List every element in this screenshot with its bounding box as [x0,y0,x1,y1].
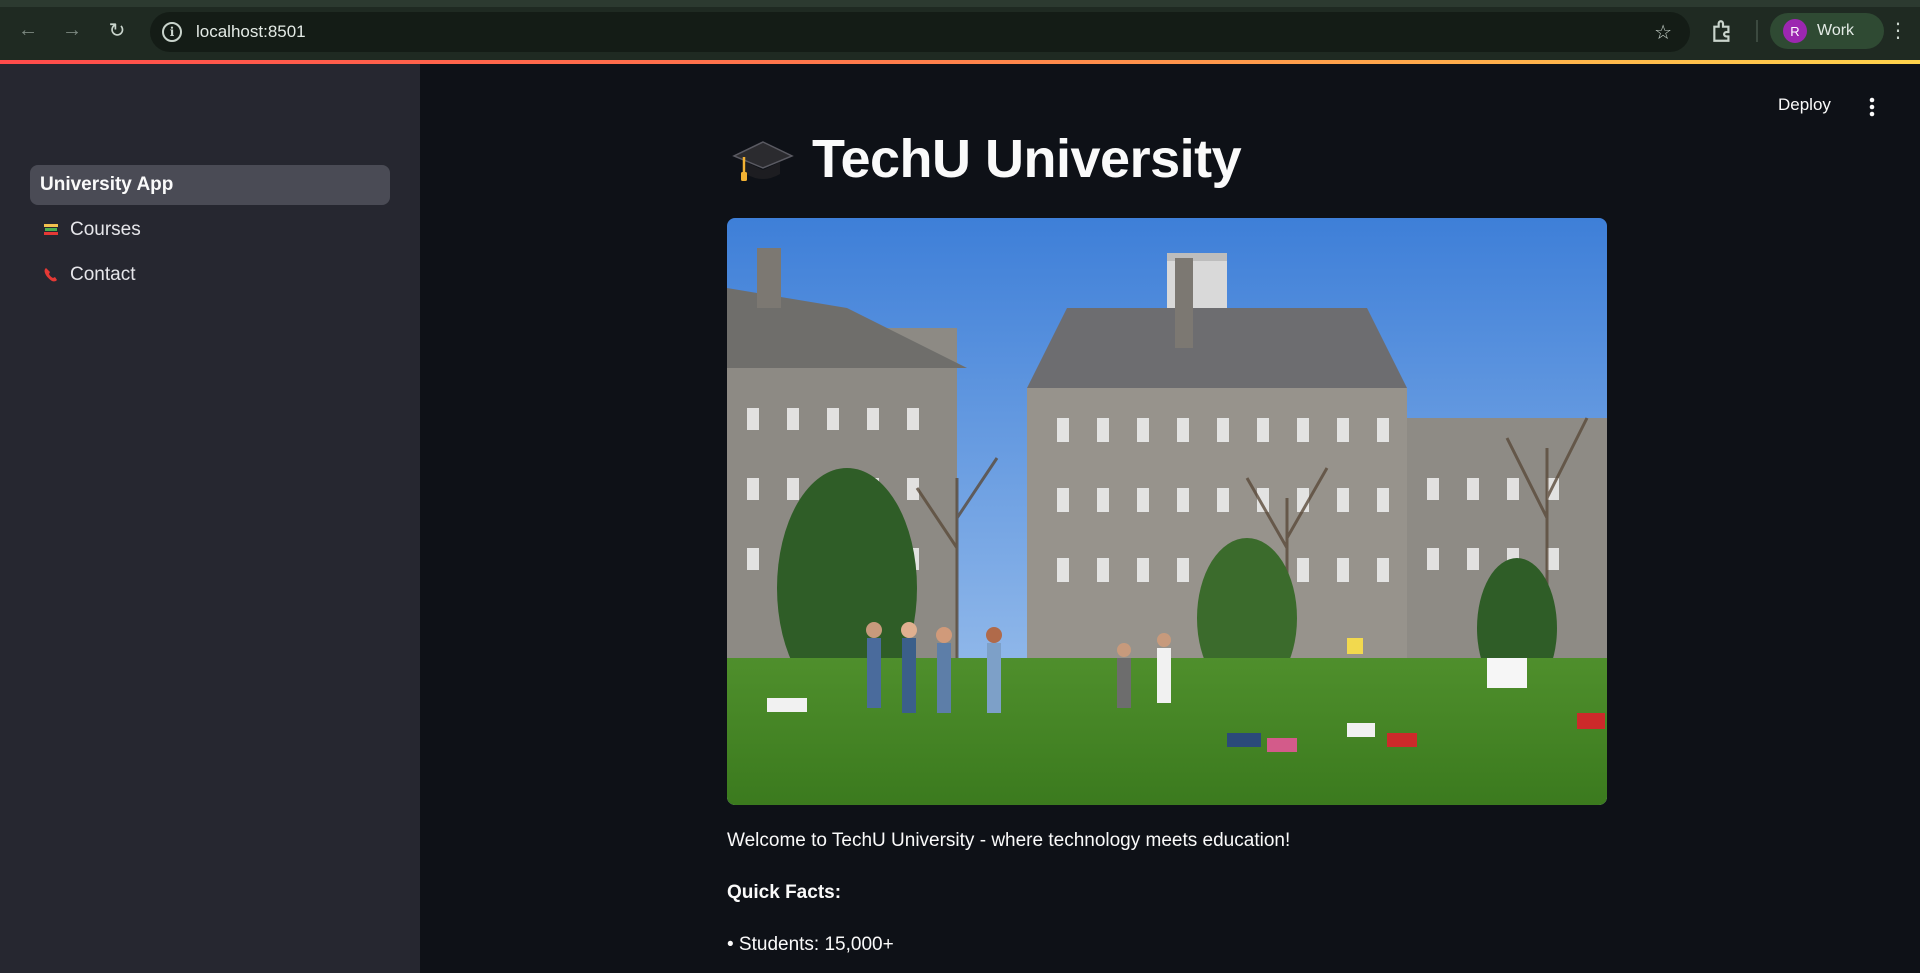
sidebar-item-label: University App [40,174,174,195]
bookmark-star-icon[interactable]: ☆ [1654,20,1672,45]
profile-label: Work [1817,22,1855,39]
toolbar-separator [1756,20,1758,42]
browser-toolbar: ← → ↻ i localhost:8501 ☆ R Work ⋮ [0,0,1920,62]
avatar: R [1783,19,1807,43]
sidebar: University App Courses Contact [0,64,420,973]
sidebar-item-label: Contact [70,264,136,285]
page-title: TechU University [732,128,1242,190]
sidebar-item-label: Courses [70,219,141,240]
main-menu-icon[interactable] [1860,93,1884,121]
sidebar-item-courses[interactable]: Courses [30,210,390,250]
site-info-icon[interactable]: i [162,22,182,42]
books-icon [44,224,58,235]
browser-menu-icon[interactable]: ⋮ [1888,18,1908,44]
back-icon[interactable]: ← [14,16,42,44]
sidebar-item-contact[interactable]: Contact [30,255,390,295]
quick-facts-heading: Quick Facts: [727,882,842,903]
profile-button[interactable]: R Work [1770,13,1884,49]
forward-icon[interactable]: → [58,16,86,44]
fact-item: • Students: 15,000+ [727,934,894,955]
sidebar-item-university-app[interactable]: University App [30,165,390,205]
title-text: TechU University [812,129,1242,189]
reload-icon[interactable]: ↻ [103,16,131,44]
tab-strip [0,0,1920,7]
deploy-button[interactable]: Deploy [1778,95,1831,115]
welcome-text: Welcome to TechU University - where tech… [727,830,1291,851]
campus-photo [727,218,1607,805]
phone-icon [44,268,57,282]
extensions-icon[interactable] [1710,18,1736,44]
graduation-cap-icon [732,141,794,181]
url-text[interactable]: localhost:8501 [196,22,306,42]
address-bar[interactable]: i localhost:8501 ☆ [150,12,1690,52]
